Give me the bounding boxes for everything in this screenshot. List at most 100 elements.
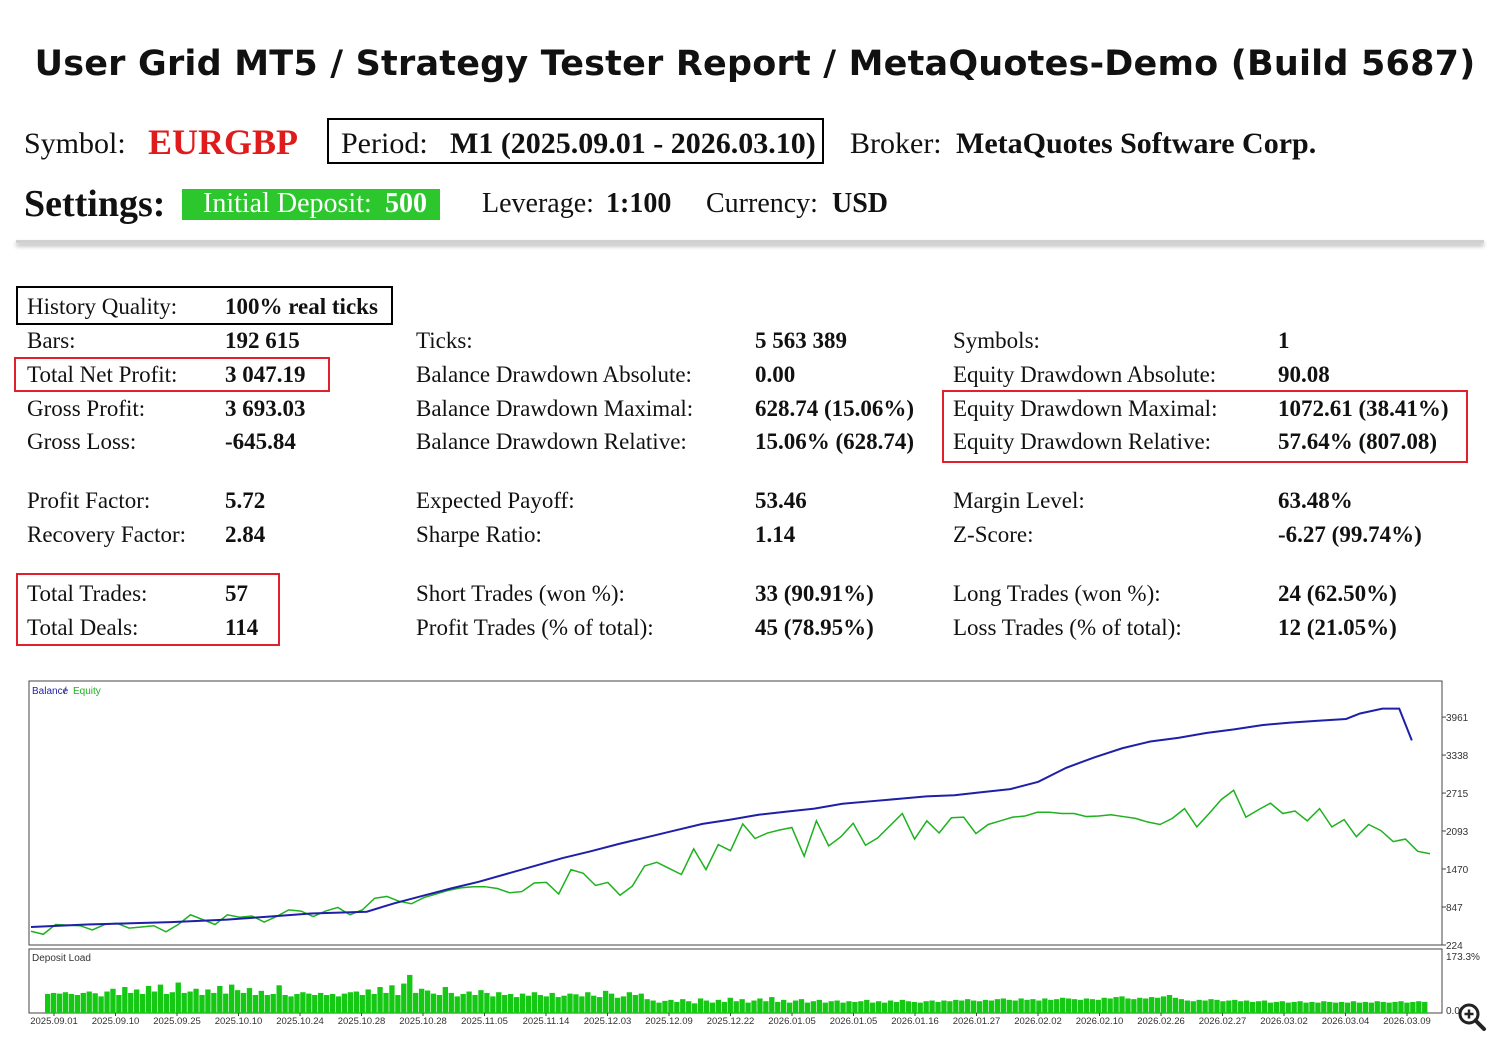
- deposit-load-bar: [1054, 999, 1060, 1013]
- deposit-load-bar: [377, 987, 383, 1013]
- balance-dd-max-label: Balance Drawdown Maximal:: [416, 396, 694, 421]
- deposit-load-bar: [899, 999, 906, 1013]
- deposit-load-bar: [223, 993, 229, 1013]
- deposit-load-bar: [1172, 997, 1179, 1013]
- deposit-load-bar: [644, 999, 650, 1013]
- balance-equity-chart: 22484714702093271533383961 Balance / Equ…: [28, 680, 1480, 1027]
- deposit-load-bar: [507, 993, 514, 1013]
- period-label: Period:: [341, 127, 428, 160]
- deposit-load-bar: [1184, 1000, 1190, 1013]
- x-tick-label: 2025.10.28: [399, 1016, 447, 1027]
- ticks-label: Ticks:: [416, 328, 473, 353]
- ticks-value: 5 563 389: [755, 328, 847, 353]
- deposit-load-bar: [686, 1001, 692, 1013]
- deposit-load-bar: [781, 999, 787, 1013]
- deposit-load-bar: [1107, 998, 1113, 1013]
- deposit-load-bar: [217, 985, 223, 1013]
- zoom-in-icon[interactable]: [1456, 1001, 1488, 1033]
- profit-factor-label: Profit Factor:: [27, 488, 151, 513]
- deposit-load-bar: [68, 993, 75, 1013]
- gross-loss-label: Gross Loss:: [27, 429, 137, 454]
- deposit-load-bar: [1368, 1002, 1374, 1013]
- deposit-load-bar: [1398, 1001, 1404, 1013]
- gross-profit-label: Gross Profit:: [27, 396, 146, 421]
- x-tick-label: 2026.02.10: [1076, 1016, 1124, 1027]
- deposit-load-bar: [757, 998, 763, 1013]
- deposit-load-bar: [834, 1000, 840, 1013]
- deposit-load-bar: [632, 994, 638, 1013]
- short-trades-label: Short Trades (won %):: [416, 581, 625, 606]
- net-profit-value: 3 047.19: [225, 362, 306, 387]
- deposit-load-bar: [163, 993, 170, 1013]
- deposit-load-bar: [1333, 1002, 1339, 1013]
- deposit-load-bar: [1065, 998, 1072, 1013]
- deposit-load-bar: [139, 993, 146, 1013]
- deposit-load-bar: [240, 992, 247, 1013]
- deposit-load-bar: [187, 991, 193, 1013]
- deposit-load-bar: [50, 992, 57, 1013]
- deposit-load-bar: [1095, 999, 1101, 1013]
- deposit-load-bar: [1356, 1002, 1363, 1013]
- x-tick-label: 2025.09.25: [153, 1016, 201, 1027]
- loss-trades-label: Loss Trades (% of total):: [953, 615, 1182, 640]
- deposit-load-bar: [953, 999, 959, 1013]
- deposit-load-bar: [531, 992, 538, 1013]
- deposit-load-bar: [513, 997, 520, 1013]
- deposit-load-bar: [1404, 1002, 1410, 1013]
- recovery-factor-label: Recovery Factor:: [27, 522, 187, 547]
- total-trades-label: Total Trades:: [27, 581, 148, 606]
- gross-profit-value: 3 693.03: [225, 396, 306, 421]
- deposit-load-bar: [1285, 1002, 1291, 1013]
- deposit-load-bar: [691, 1003, 698, 1013]
- deposit-load-bar: [786, 1002, 793, 1013]
- y-tick-label: 1470: [1446, 865, 1469, 876]
- deposit-load-bar: [484, 992, 490, 1013]
- deposit-load-bar: [104, 991, 110, 1013]
- deposit-load-bar: [561, 995, 567, 1013]
- deposit-load-bar: [1166, 994, 1173, 1013]
- deposit-load-bar: [1232, 999, 1238, 1013]
- deposit-load-bar: [597, 997, 603, 1013]
- sharpe-ratio-label: Sharpe Ratio:: [416, 522, 542, 547]
- deposit-load-bar: [157, 984, 164, 1013]
- deposit-load-bar: [359, 994, 365, 1013]
- deposit-load-bar: [448, 992, 454, 1013]
- x-tick-label: 2026.03.02: [1260, 1016, 1308, 1027]
- equity-dd-abs-label: Equity Drawdown Absolute:: [953, 362, 1217, 387]
- settings-label: Settings:: [24, 183, 166, 225]
- total-deals-value: 114: [225, 615, 259, 640]
- deposit-load-bar: [294, 993, 300, 1013]
- deposit-load-bar: [1386, 1002, 1392, 1013]
- deposit-load-bar: [371, 993, 377, 1013]
- sharpe-ratio-value: 1.14: [755, 522, 796, 547]
- deposit-load-bar: [804, 1002, 811, 1013]
- x-tick-label: 2026.02.02: [1014, 1016, 1062, 1027]
- deposit-load-bar: [638, 993, 644, 1013]
- deposit-load-bar: [525, 995, 532, 1013]
- deposit-load-bar: [193, 988, 199, 1013]
- deposit-load-bar: [62, 992, 69, 1013]
- deposit-load-bar: [151, 991, 158, 1013]
- y-tick-label: 847: [1446, 903, 1463, 914]
- deposit-load-bar: [401, 983, 407, 1013]
- expected-payoff-label: Expected Payoff:: [416, 488, 575, 513]
- gross-loss-value: -645.84: [225, 429, 296, 454]
- deposit-load-bar: [1380, 1001, 1386, 1013]
- deposit-load-bar: [92, 993, 98, 1013]
- deposit-load-bar: [947, 1001, 953, 1013]
- deposit-load-bar: [466, 991, 472, 1013]
- deposit-load-bar: [929, 1000, 935, 1013]
- deposit-load-bar: [739, 999, 745, 1013]
- currency-label: Currency:: [706, 188, 818, 219]
- symbols-label: Symbols:: [953, 328, 1040, 353]
- history-quality-value: 100% real ticks: [225, 294, 378, 319]
- deposit-load-bar: [365, 989, 371, 1013]
- equity-dd-max-label: Equity Drawdown Maximal:: [953, 396, 1218, 421]
- loss-trades-value: 12 (21.05%): [1278, 615, 1397, 640]
- equity-dd-abs-value: 90.08: [1278, 362, 1330, 387]
- deposit-load-bar: [312, 994, 318, 1013]
- deposit-load-bar: [608, 993, 615, 1013]
- y-tick-label: 2715: [1446, 789, 1469, 800]
- legend-equity: Equity: [73, 686, 101, 697]
- deposit-load-bar: [994, 999, 1001, 1013]
